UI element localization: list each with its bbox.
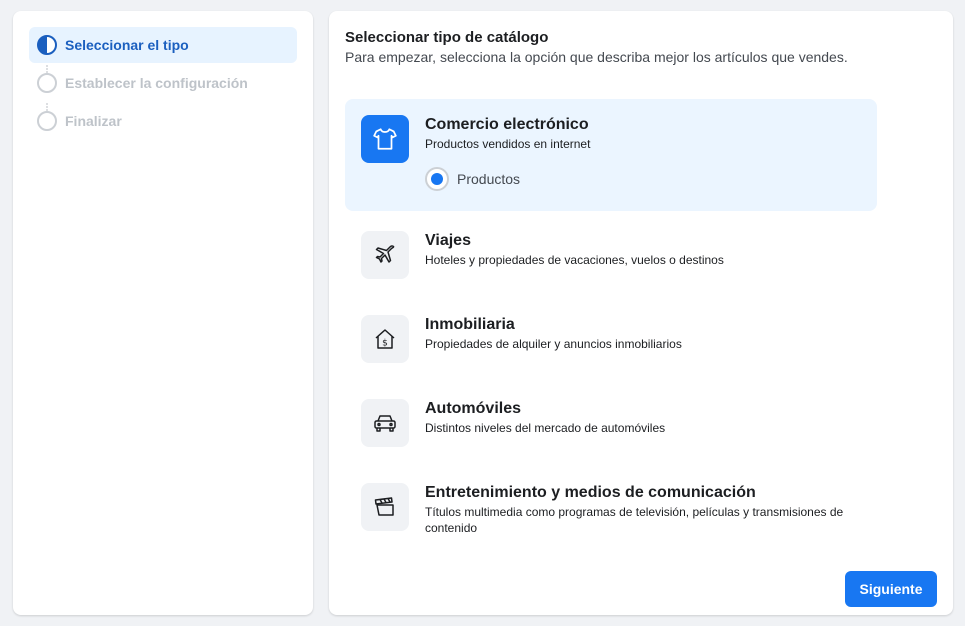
radio-button[interactable]: [425, 167, 449, 191]
option-real-estate[interactable]: $ Inmobiliaria Propiedades de alquiler y…: [345, 299, 877, 379]
car-icon: [361, 399, 409, 447]
house-dollar-icon: $: [361, 315, 409, 363]
option-title: Entretenimiento y medios de comunicación: [425, 484, 756, 501]
option-description: Títulos multimedia como programas de tel…: [425, 505, 844, 535]
option-automotive[interactable]: Automóviles Distintos niveles del mercad…: [345, 383, 877, 463]
catalog-type-panel: Seleccionar tipo de catálogo Para empeza…: [329, 11, 953, 615]
option-description: Productos vendidos en internet: [425, 137, 591, 151]
radio-label: Productos: [457, 171, 521, 187]
step-label: Finalizar: [65, 113, 122, 129]
half-circle-icon: [37, 35, 57, 55]
option-travel[interactable]: Viajes Hoteles y propiedades de vacacion…: [345, 215, 877, 295]
option-title: Automóviles: [425, 400, 522, 417]
step-finish[interactable]: Finalizar: [29, 103, 297, 139]
radio-dot-icon: [431, 173, 443, 185]
option-description: Hoteles y propiedades de vacaciones, vue…: [425, 253, 724, 267]
steps-sidebar: Seleccionar el tipo Establecer la config…: [13, 11, 313, 615]
option-title: Inmobiliaria: [425, 316, 515, 333]
step-configure[interactable]: Establecer la configuración: [29, 65, 297, 101]
clapperboard-icon: [361, 483, 409, 531]
products-radio-option[interactable]: Productos: [425, 167, 520, 191]
option-title: Viajes: [425, 232, 471, 249]
shirt-icon: [361, 115, 409, 163]
step-label: Establecer la configuración: [65, 75, 248, 91]
option-entertainment[interactable]: Entretenimiento y medios de comunicación…: [345, 467, 877, 563]
airplane-icon: [361, 231, 409, 279]
step-select-type[interactable]: Seleccionar el tipo: [29, 27, 297, 63]
empty-circle-icon: [37, 73, 57, 93]
svg-text:$: $: [382, 339, 388, 349]
next-button[interactable]: Siguiente: [845, 571, 937, 607]
page-subtitle: Para empezar, selecciona la opción que d…: [345, 49, 848, 65]
option-description: Propiedades de alquiler y anuncios inmob…: [425, 337, 682, 351]
option-description: Distintos niveles del mercado de automóv…: [425, 421, 666, 435]
empty-circle-icon: [37, 111, 57, 131]
page-title: Seleccionar tipo de catálogo: [345, 29, 549, 46]
option-title: Comercio electrónico: [425, 116, 589, 133]
step-label: Seleccionar el tipo: [65, 37, 189, 53]
option-ecommerce[interactable]: Comercio electrónico Productos vendidos …: [345, 99, 877, 211]
